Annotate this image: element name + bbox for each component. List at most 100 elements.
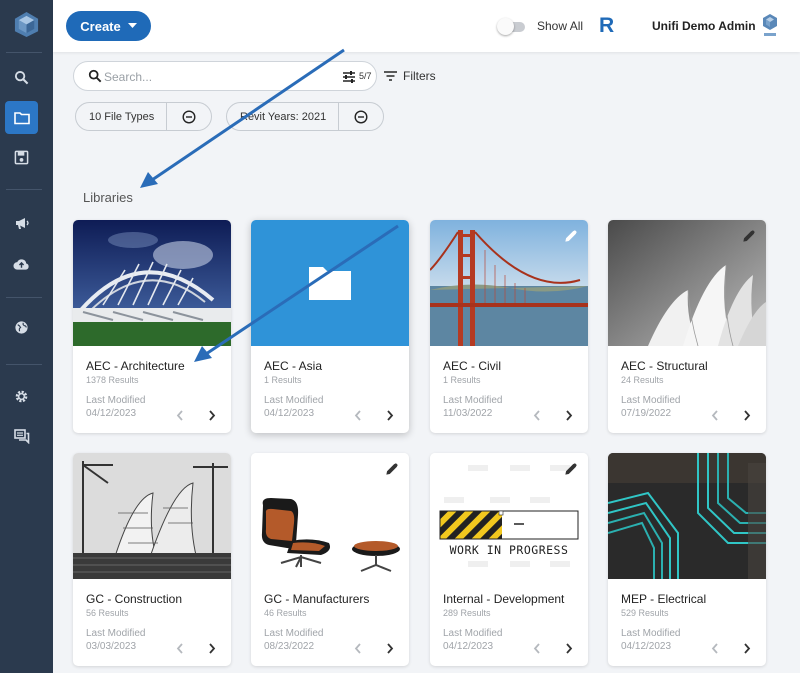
chevron-right-icon[interactable] <box>386 643 394 654</box>
card-last-modified-label: Last Modified <box>443 395 503 406</box>
card-date: 04/12/2023 <box>621 641 672 652</box>
chevron-right-icon[interactable] <box>743 410 751 421</box>
card-title: GC - Manufacturers <box>264 592 370 606</box>
top-bar: Create Show All R Unifi Demo Admin <box>53 0 800 52</box>
card-results: 24 Results <box>621 375 664 385</box>
filters-label: Filters <box>403 69 436 83</box>
chevron-left-icon[interactable] <box>176 643 184 654</box>
tune-icon[interactable] <box>342 70 356 84</box>
chevron-left-icon[interactable] <box>354 643 362 654</box>
chip-revit-years: Revit Years: 2021 <box>226 102 385 131</box>
sidebar-item-messages[interactable] <box>5 420 38 453</box>
card-date: 04/12/2023 <box>264 408 315 419</box>
card-date: 11/03/2022 <box>443 408 493 419</box>
create-button-label: Create <box>80 18 121 34</box>
chip-label: Revit Years: 2021 <box>227 103 340 130</box>
save-icon <box>14 150 29 165</box>
revit-icon: R <box>599 14 615 37</box>
search-input[interactable] <box>104 68 304 86</box>
card-results: 289 Results <box>443 608 491 618</box>
sidebar-item-upload[interactable] <box>5 247 38 280</box>
unifi-logo-icon <box>763 14 777 36</box>
library-card-internal-development[interactable]: WORK IN PROGRESS Internal - Development … <box>430 453 588 666</box>
library-card-aec-architecture[interactable]: AEC - Architecture 1378 Results Last Mod… <box>73 220 231 433</box>
card-date: 04/12/2023 <box>443 641 494 652</box>
sidebar-divider <box>6 189 42 190</box>
edit-pencil-icon[interactable] <box>564 229 578 243</box>
chevron-left-icon[interactable] <box>533 643 541 654</box>
library-card-aec-structural[interactable]: AEC - Structural 24 Results Last Modifie… <box>608 220 766 433</box>
chat-icon <box>13 429 29 444</box>
filters-button[interactable]: Filters <box>384 69 436 83</box>
card-title: GC - Construction <box>86 592 183 606</box>
card-date: 04/12/2023 <box>86 408 137 419</box>
chevron-right-icon[interactable] <box>743 643 751 654</box>
sidebar-item-settings[interactable] <box>5 380 38 413</box>
section-title: Libraries <box>83 190 133 205</box>
search-bar: 5/7 <box>73 61 377 91</box>
card-results: 1378 Results <box>86 375 139 385</box>
chevron-left-icon[interactable] <box>354 410 362 421</box>
library-card-gc-manufacturers[interactable]: GC - Manufacturers 46 Results Last Modif… <box>251 453 409 666</box>
edit-pencil-icon[interactable] <box>385 462 399 476</box>
edit-pencil-icon[interactable] <box>564 462 578 476</box>
gear-icon <box>15 390 28 403</box>
megaphone-icon <box>15 217 29 229</box>
edit-pencil-icon[interactable] <box>742 229 756 243</box>
filter-icon <box>384 71 397 81</box>
library-card-gc-construction[interactable]: GC - Construction 56 Results Last Modifi… <box>73 453 231 666</box>
arrow-head-icon <box>140 172 158 188</box>
chip-remove-button[interactable] <box>167 103 211 130</box>
create-button[interactable]: Create <box>66 11 151 41</box>
card-last-modified-label: Last Modified <box>264 395 324 406</box>
user-name[interactable]: Unifi Demo Admin <box>652 19 756 33</box>
library-thumbnail <box>608 453 766 579</box>
chevron-right-icon[interactable] <box>208 643 216 654</box>
library-card-aec-civil[interactable]: AEC - Civil 1 Results Last Modified 11/0… <box>430 220 588 433</box>
chevron-right-icon[interactable] <box>565 643 573 654</box>
card-results: 1 Results <box>443 375 481 385</box>
wip-text: WORK IN PROGRESS <box>449 543 569 557</box>
chevron-left-icon[interactable] <box>533 410 541 421</box>
card-last-modified-label: Last Modified <box>621 628 681 639</box>
cloud-upload-icon <box>13 258 29 270</box>
card-results: 56 Results <box>86 608 129 618</box>
search-icon <box>88 69 102 83</box>
chevron-left-icon[interactable] <box>176 410 184 421</box>
sidebar-item-search[interactable] <box>5 61 38 94</box>
show-all-label: Show All <box>537 19 584 33</box>
globe-icon <box>15 321 28 334</box>
chevron-right-icon[interactable] <box>565 410 573 421</box>
card-title: AEC - Civil <box>443 359 502 373</box>
card-date: 03/03/2023 <box>86 641 137 652</box>
search-icon <box>14 70 29 85</box>
show-all-toggle[interactable] <box>497 18 527 35</box>
card-title: MEP - Electrical <box>621 592 707 606</box>
sidebar-item-global[interactable] <box>5 311 38 344</box>
chip-remove-button[interactable] <box>339 103 383 130</box>
card-last-modified-label: Last Modified <box>264 628 324 639</box>
library-card-mep-electrical[interactable]: MEP - Electrical 529 Results Last Modifi… <box>608 453 766 666</box>
card-results: 46 Results <box>264 608 307 618</box>
card-title: AEC - Asia <box>264 359 323 373</box>
sidebar-divider <box>6 52 42 53</box>
library-card-aec-asia[interactable]: AEC - Asia 1 Results Last Modified 04/12… <box>251 220 409 433</box>
chevron-left-icon[interactable] <box>711 643 719 654</box>
folder-icon <box>13 111 30 124</box>
card-last-modified-label: Last Modified <box>86 395 146 406</box>
chevron-right-icon[interactable] <box>386 410 394 421</box>
chevron-left-icon[interactable] <box>711 410 719 421</box>
chevron-right-icon[interactable] <box>208 410 216 421</box>
card-date: 07/19/2022 <box>621 408 672 419</box>
sidebar-divider <box>6 297 42 298</box>
card-last-modified-label: Last Modified <box>86 628 146 639</box>
sidebar-item-announcements[interactable] <box>5 206 38 239</box>
card-last-modified-label: Last Modified <box>443 628 503 639</box>
card-last-modified-label: Last Modified <box>621 395 681 406</box>
sidebar <box>0 0 53 673</box>
sidebar-item-libraries[interactable] <box>5 101 38 134</box>
toggle-knob <box>497 18 514 35</box>
chip-file-types: 10 File Types <box>75 102 213 131</box>
sidebar-item-saved[interactable] <box>5 141 38 174</box>
app-logo-icon[interactable] <box>13 11 40 38</box>
